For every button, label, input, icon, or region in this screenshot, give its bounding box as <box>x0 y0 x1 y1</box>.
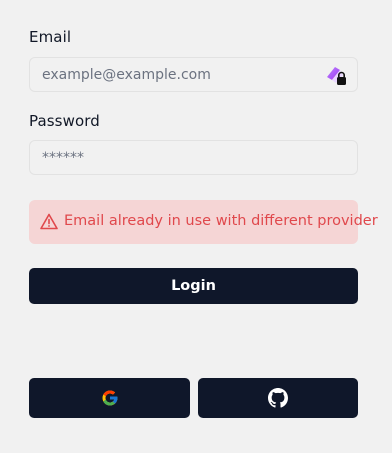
email-field-wrapper[interactable] <box>29 57 358 92</box>
google-login-button[interactable] <box>29 378 190 418</box>
github-login-button[interactable] <box>198 378 358 418</box>
email-label: Email <box>29 28 72 46</box>
password-field-wrapper[interactable] <box>29 140 358 175</box>
github-icon <box>204 388 352 408</box>
password-manager-icon[interactable] <box>324 64 348 88</box>
error-alert: Email already in use with different prov… <box>29 200 378 244</box>
error-message: Email already in use with different prov… <box>64 213 378 229</box>
email-field[interactable] <box>42 58 312 91</box>
login-button[interactable]: Login <box>29 268 358 304</box>
google-icon <box>35 389 184 407</box>
password-label: Password <box>29 112 100 130</box>
warning-triangle-icon <box>40 213 58 230</box>
password-field[interactable] <box>42 141 312 174</box>
